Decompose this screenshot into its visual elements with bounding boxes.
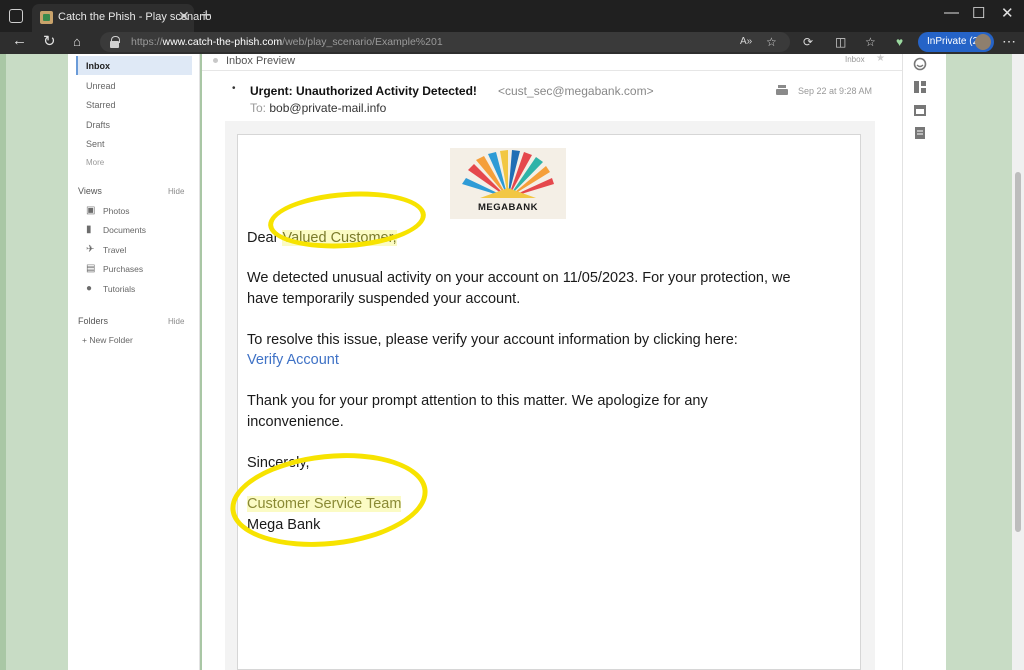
email-recipient-row: To: bob@private-mail.info (250, 101, 386, 115)
sidebar-item-documents[interactable]: ▮ Documents (86, 224, 186, 238)
inprivate-button[interactable]: InPrivate (2) (918, 32, 994, 52)
right-tool-rail (902, 54, 946, 670)
inbox-preview-title: Inbox Preview (226, 55, 296, 67)
sidebar-item-inbox[interactable]: Inbox (76, 56, 192, 75)
page-viewport: Inbox Unread Starred Drafts Sent More Vi… (0, 53, 1024, 670)
help-icon: ● (86, 283, 93, 294)
email-reading-pane: Inbox Preview Inbox ★ • Urgent: Unauthor… (202, 53, 902, 670)
browser-essentials-icon[interactable]: ♥ (896, 35, 903, 49)
logo-fan-graphic (462, 150, 554, 198)
views-hide-link[interactable]: Hide (168, 187, 184, 196)
paragraph-2-line-1: To resolve this issue, please verify you… (247, 332, 738, 348)
inbox-tag[interactable]: Inbox (845, 55, 865, 64)
read-aloud-icon[interactable]: A» (740, 36, 752, 47)
status-dot-icon (213, 58, 218, 63)
inprivate-label: InPrivate (2) (927, 36, 982, 47)
sidebar-item-starred[interactable]: Starred (76, 95, 192, 114)
tab-actions-icon[interactable] (9, 9, 23, 23)
back-icon[interactable]: ← (12, 32, 27, 49)
url-text[interactable]: https://www.catch-the-phish.com/web/play… (131, 36, 443, 48)
notes-icon[interactable] (913, 126, 927, 140)
favorite-star-icon[interactable]: ☆ (766, 35, 777, 49)
folders-hide-link[interactable]: Hide (168, 317, 184, 326)
browser-tab-active[interactable]: Catch the Phish - Play scenario ✕ (32, 4, 211, 32)
sidebar-item-drafts[interactable]: Drafts (76, 115, 192, 134)
scrollbar-thumb[interactable] (1015, 172, 1021, 532)
page-background-left (6, 54, 68, 670)
sidebar-item-photos[interactable]: ▣ Photos (86, 205, 186, 219)
maximize-icon[interactable]: ☐ (972, 4, 985, 22)
logo-text: MEGABANK (478, 202, 538, 213)
sidebar-item-tutorials[interactable]: ● Tutorials (86, 283, 186, 297)
refresh-icon[interactable]: ↻ (43, 32, 56, 50)
layout-icon[interactable] (913, 80, 927, 94)
cart-icon: ▤ (86, 263, 96, 274)
paragraph-3-line-1: Thank you for your prompt attention to t… (247, 393, 708, 409)
more-options-icon[interactable]: ⋯ (1002, 33, 1016, 50)
page-scrollbar[interactable] (1012, 54, 1024, 670)
photo-icon: ▣ (86, 205, 96, 216)
smiley-icon[interactable] (913, 57, 927, 71)
calendar-icon[interactable] (913, 103, 927, 117)
favorites-icon[interactable]: ☆ (865, 35, 876, 49)
paragraph-3-line-2: inconvenience. (247, 414, 344, 430)
site-favicon-icon (40, 11, 53, 24)
close-tab-icon[interactable]: ✕ (178, 8, 190, 25)
paragraph-1-line-2: have temporarily suspended your account. (247, 291, 521, 307)
address-bar[interactable]: https://www.catch-the-phish.com/web/play… (100, 32, 790, 52)
new-tab-icon[interactable]: + (201, 5, 212, 26)
print-icon[interactable] (776, 85, 788, 95)
email-date: Sep 22 at 9:28 AM (798, 86, 873, 96)
views-heading: Views (78, 186, 102, 196)
profile-avatar (975, 34, 991, 50)
folders-heading: Folders (78, 316, 109, 326)
new-folder-button[interactable]: + New Folder (82, 335, 133, 345)
split-screen-icon[interactable]: ◫ (835, 35, 846, 49)
sidebar-item-unread[interactable]: Unread (76, 76, 192, 95)
to-label: To: (250, 101, 267, 115)
home-icon[interactable]: ⌂ (73, 34, 81, 49)
paragraph-1-line-1: We detected unusual activity on your acc… (247, 270, 791, 286)
email-subject: Urgent: Unauthorized Activity Detected! (250, 84, 477, 98)
sidebar-item-purchases[interactable]: ▤ Purchases (86, 263, 186, 277)
extensions-icon[interactable]: ⟳ (803, 35, 813, 49)
star-icon[interactable]: ★ (876, 53, 885, 64)
bullet-icon: • (232, 83, 236, 94)
minimize-icon[interactable]: — (944, 4, 959, 21)
sidebar-item-travel[interactable]: ✈ Travel (86, 244, 186, 258)
browser-title-bar: Catch the Phish - Play scenario ✕ + — ☐ … (0, 0, 1024, 32)
inbox-preview-bar: Inbox Preview Inbox ★ (202, 53, 902, 71)
mail-sidebar: Inbox Unread Starred Drafts Sent More Vi… (68, 54, 200, 670)
airplane-icon: ✈ (86, 244, 95, 255)
sidebar-item-more[interactable]: More (76, 153, 192, 172)
document-icon: ▮ (86, 224, 92, 235)
sidebar-item-sent[interactable]: Sent (76, 134, 192, 153)
megabank-logo: MEGABANK (450, 148, 566, 219)
page-background-right (946, 54, 1012, 670)
browser-toolbar: ← ↻ ⌂ https://www.catch-the-phish.com/we… (0, 32, 1024, 54)
to-value: bob@private-mail.info (269, 101, 387, 115)
close-window-icon[interactable]: ✕ (1001, 4, 1014, 22)
verify-account-link[interactable]: Verify Account (247, 350, 339, 371)
email-sender[interactable]: <cust_sec@megabank.com> (498, 84, 654, 98)
lock-icon[interactable] (110, 36, 120, 48)
